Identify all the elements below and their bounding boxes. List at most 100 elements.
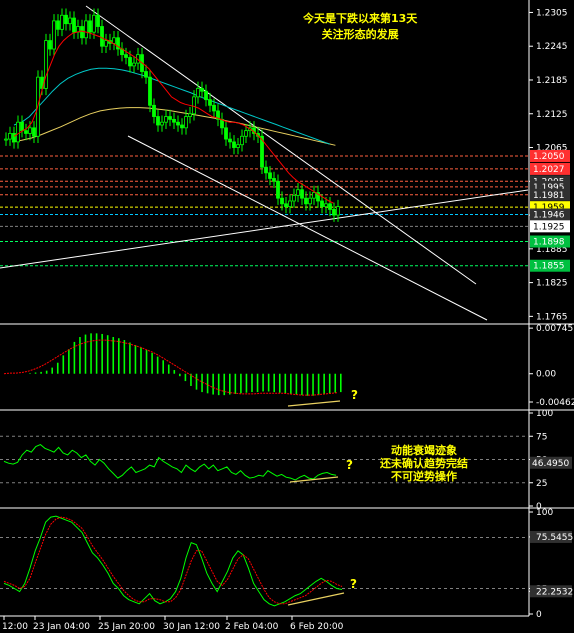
header-annotation-line1: 今天是下跌以来第13天 <box>303 12 418 25</box>
candle-body <box>8 133 12 140</box>
candle-body <box>180 124 184 129</box>
candle-body <box>64 14 68 25</box>
candle-body <box>240 135 244 146</box>
candle-body <box>196 88 200 98</box>
candle-body <box>244 130 248 137</box>
candle-body <box>4 138 8 141</box>
candle-body <box>200 88 204 92</box>
header-annotation: 今天是下跌以来第13天 关注形态的发展 <box>303 12 417 41</box>
price-y-tick-label: 1.2245 <box>536 42 568 52</box>
candle-body <box>84 20 88 39</box>
price-y-tick-label: 1.1825 <box>536 279 568 289</box>
candle-body <box>100 26 104 47</box>
candle-body <box>272 178 276 182</box>
candle-body <box>300 189 304 199</box>
candle-body <box>168 116 172 120</box>
side-annotation: 动能衰竭迹象 还未确认趋势完结 不可逆势操作 <box>380 444 468 483</box>
candle-body <box>88 20 92 33</box>
candle-body <box>172 118 176 123</box>
header-annotation-line2: 关注形态的发展 <box>321 28 399 41</box>
candle-body <box>80 26 84 39</box>
price-y-tick-label: 1.2305 <box>536 8 568 18</box>
x-tick-label: 6 Feb 20:00 <box>290 622 344 632</box>
candle-body <box>288 200 292 208</box>
candle-body <box>160 121 164 126</box>
price-y-tick-label: 1.2125 <box>536 110 568 120</box>
x-tick-label: 12:00 <box>2 622 28 632</box>
candle-body <box>156 116 160 126</box>
candle-body <box>232 141 236 148</box>
candle-body <box>16 121 20 143</box>
side-annotation-line1: 动能衰竭迹象 <box>391 444 457 457</box>
macd-question-mark: ? <box>351 388 358 402</box>
candle-body <box>132 62 136 67</box>
price-y-tick-label: 1.2185 <box>536 76 568 86</box>
forex-chart: 1.23051.22451.21851.21251.20651.20051.19… <box>0 0 574 633</box>
candle-body <box>32 127 36 137</box>
candle-body <box>104 40 108 47</box>
candle-body <box>236 144 240 148</box>
candle-body <box>192 96 196 115</box>
chart-background <box>0 0 574 633</box>
candle-body <box>332 209 336 216</box>
candle-body <box>112 37 116 44</box>
candle-body <box>128 57 132 67</box>
x-tick-label: 30 Jan 12:00 <box>163 622 220 632</box>
candle-body <box>68 17 72 25</box>
candle-body <box>28 127 32 134</box>
candle-body <box>304 197 308 205</box>
x-tick-label: 2 Feb 04:00 <box>225 622 279 632</box>
stoch-y-tick-label: 22.2532 <box>536 587 573 597</box>
rsi-question-mark: ? <box>346 458 353 472</box>
candle-body <box>324 203 328 208</box>
candle-body <box>296 189 300 196</box>
candle-body <box>148 76 152 106</box>
price-level-label: 1.2050 <box>533 152 565 162</box>
candle-body <box>228 138 232 143</box>
candle-body <box>20 121 24 132</box>
candle-body <box>164 116 168 123</box>
price-level-label: 1.1946 <box>533 210 565 220</box>
candle-body <box>56 20 60 30</box>
candle-body <box>44 40 48 89</box>
candle-body <box>208 99 212 106</box>
candle-body <box>308 197 312 205</box>
candle-body <box>72 17 76 33</box>
rsi-y-tick-label: 100 <box>536 409 553 419</box>
stoch-question-mark: ? <box>350 577 357 591</box>
rsi-value-label: 46.4950 <box>532 459 569 469</box>
candle-body <box>152 104 156 117</box>
price-level-label: 1.2027 <box>533 165 565 175</box>
candle-body <box>184 116 188 129</box>
price-level-label: 1.1898 <box>533 238 565 248</box>
stoch-y-tick-label: 75.5455 <box>536 533 573 543</box>
candle-body <box>144 71 148 78</box>
x-tick-label: 23 Jan 04:00 <box>33 622 90 632</box>
candle-body <box>124 54 128 58</box>
x-tick-label: 25 Jan 20:00 <box>98 622 155 632</box>
stoch-y-tick-label: 0 <box>536 610 542 620</box>
price-y-tick-label: 1.1765 <box>536 312 568 322</box>
side-annotation-line2: 还未确认趋势完结 <box>380 457 468 470</box>
price-level-label: 1.1981 <box>533 191 565 201</box>
side-annotation-line3: 不可逆势操作 <box>391 470 457 483</box>
rsi-y-tick-label: 75 <box>536 432 547 442</box>
candle-body <box>48 40 52 50</box>
candle-body <box>212 104 216 112</box>
candle-body <box>24 130 28 134</box>
candle-body <box>12 133 16 143</box>
candle-body <box>312 192 316 199</box>
stoch-y-tick-label: 100 <box>536 508 553 518</box>
candle-body <box>224 127 228 140</box>
candle-body <box>320 200 324 208</box>
candle-body <box>188 113 192 117</box>
candle-body <box>280 197 284 205</box>
candle-body <box>336 206 340 216</box>
candle-body <box>92 14 96 33</box>
candle-body <box>60 14 64 30</box>
candle-body <box>204 90 208 101</box>
candle-body <box>292 194 296 202</box>
candle-body <box>268 172 272 179</box>
candle-body <box>276 180 280 199</box>
macd-y-tick-label: -0.00462 <box>536 398 574 408</box>
